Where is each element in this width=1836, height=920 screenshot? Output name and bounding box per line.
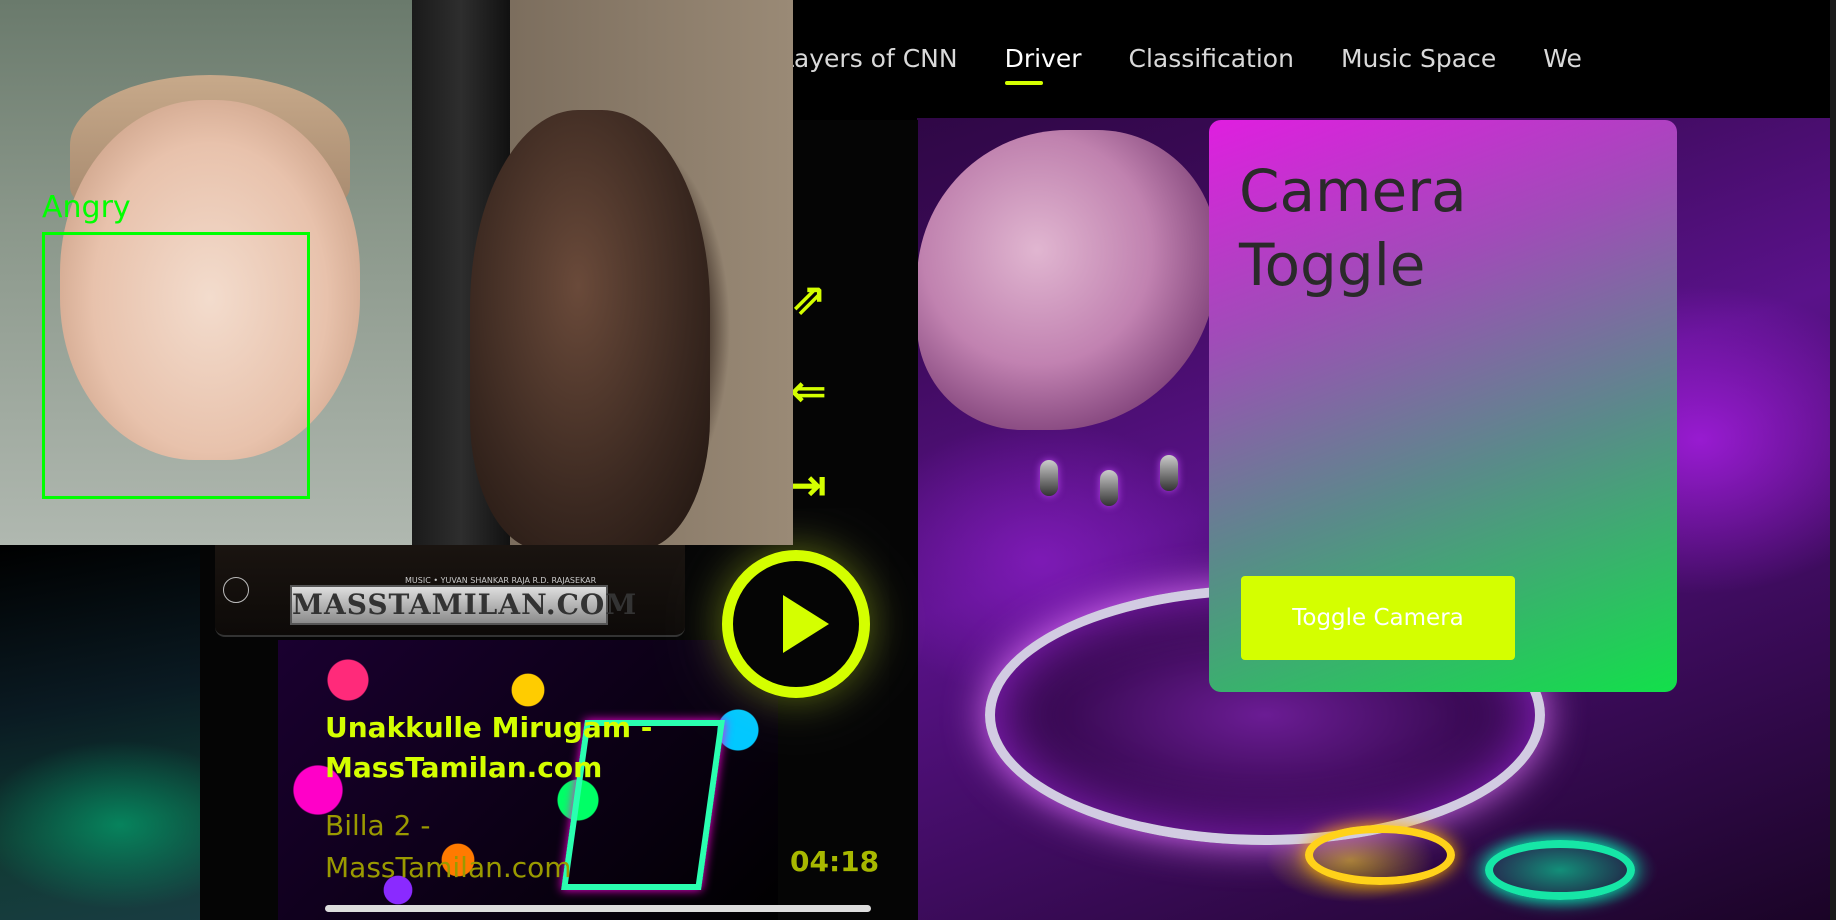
camera-card-title: Camera Toggle bbox=[1239, 157, 1467, 299]
toggle-camera-button[interactable]: Toggle Camera bbox=[1241, 576, 1515, 660]
song-duration: 04:18 bbox=[790, 845, 880, 878]
glow-ring-yellow bbox=[1305, 825, 1455, 885]
song-title: Unakkulle Mirugam - MassTamilan.com bbox=[325, 711, 653, 784]
skip-next-icon[interactable]: ⇥ bbox=[790, 464, 827, 508]
finger bbox=[470, 110, 710, 545]
play-button[interactable] bbox=[722, 550, 870, 698]
nav-item-driver[interactable]: Driver bbox=[1004, 44, 1082, 85]
progress-bar[interactable] bbox=[325, 905, 871, 912]
song-album: Billa 2 - MassTamilan.com bbox=[325, 809, 572, 884]
nav-item-classification[interactable]: Classification bbox=[1129, 44, 1294, 73]
camera-toggle-card: Camera Toggle Toggle Camera bbox=[1209, 120, 1677, 692]
knob bbox=[1040, 460, 1058, 496]
emotion-label: Angry bbox=[42, 190, 131, 225]
nav-item-layers-of-cnn[interactable]: Layers of CNN bbox=[780, 44, 958, 73]
face-detection-box bbox=[42, 232, 310, 499]
banner-watermark: MASSTAMILAN.COM bbox=[290, 585, 636, 625]
arrow-left-icon[interactable]: ⇐ bbox=[790, 370, 827, 414]
external-link-icon[interactable]: ⇗ bbox=[790, 278, 827, 322]
scrollbar[interactable] bbox=[1830, 0, 1836, 920]
page: Layers of CNN Driver Classification Musi… bbox=[0, 0, 1836, 920]
nav-item-we[interactable]: We bbox=[1543, 44, 1582, 73]
top-nav: Layers of CNN Driver Classification Musi… bbox=[780, 38, 1629, 85]
knob bbox=[1100, 470, 1118, 506]
knob bbox=[1160, 455, 1178, 491]
webcam-feed: Angry bbox=[0, 0, 793, 545]
glow-ring-cyan bbox=[1485, 840, 1635, 900]
nav-item-music-space[interactable]: Music Space bbox=[1341, 44, 1496, 73]
banner-logo-icon bbox=[223, 577, 249, 603]
